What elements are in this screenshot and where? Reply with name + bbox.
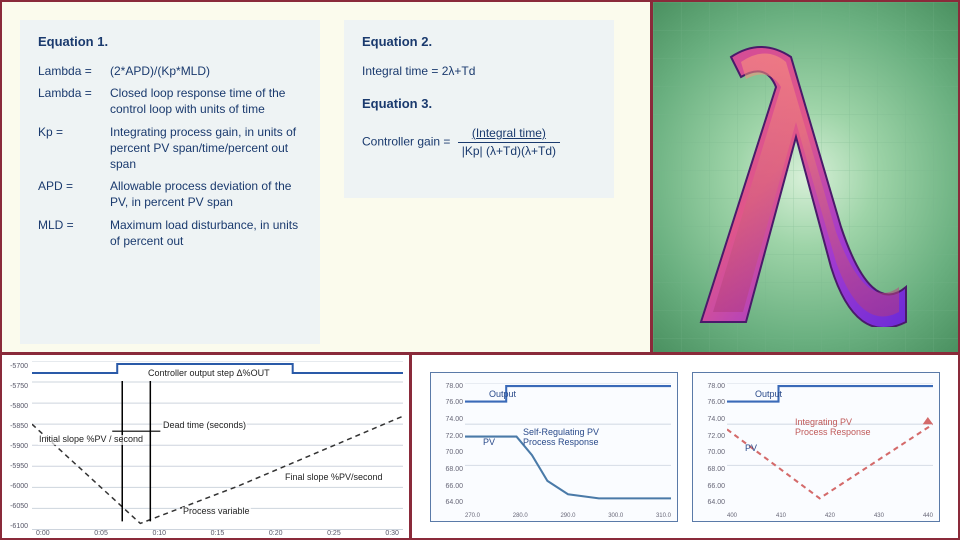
equations-area: Equation 1. Lambda = (2*APD)/(Kp*MLD) La…: [2, 2, 650, 352]
eq1-term: APD =: [38, 178, 110, 210]
mini1-x-ticks: 270.0 280.0 290.0 300.0 310.0: [465, 513, 671, 519]
tick: 0:05: [94, 530, 108, 537]
bottom-row: -5700 -5750 -5800 -5850 -5900 -5950 -600…: [2, 355, 958, 538]
lambda-graphic-panel: [650, 2, 958, 352]
eq1-term: Lambda =: [38, 63, 110, 79]
tick: 74.00: [695, 416, 725, 423]
eq3-fraction: (Integral time) |Kp| (λ+Td)(λ+Td): [458, 125, 560, 160]
tick: 400: [727, 513, 737, 519]
tick: 0:15: [211, 530, 225, 537]
mini2-x-ticks: 400 410 420 430 440: [727, 513, 933, 519]
tick: 0:25: [327, 530, 341, 537]
tick: 68.00: [433, 466, 463, 473]
eq3-lhs: Controller gain =: [362, 134, 450, 148]
tick: 430: [874, 513, 884, 519]
eq3-numerator: (Integral time): [458, 125, 560, 143]
tick: 64.00: [695, 499, 725, 506]
mini1-output-label: Output: [489, 389, 516, 399]
equation-1-box: Equation 1. Lambda = (2*APD)/(Kp*MLD) La…: [20, 20, 320, 344]
eq3-denominator: |Kp| (λ+Td)(λ+Td): [458, 143, 560, 160]
tick: 310.0: [656, 513, 671, 519]
tick: 290.0: [560, 513, 575, 519]
tick: 0:30: [385, 530, 399, 537]
tick: 72.00: [695, 433, 725, 440]
eq1-val: Closed loop response time of the control…: [110, 85, 302, 117]
step-test-chart: -5700 -5750 -5800 -5850 -5900 -5950 -600…: [2, 355, 412, 538]
mini2-svg: [727, 383, 933, 507]
tick: 68.00: [695, 466, 725, 473]
tick: 78.00: [433, 383, 463, 390]
tick: -5800: [6, 403, 28, 410]
eq1-val: (2*APD)/(Kp*MLD): [110, 63, 302, 79]
tick: 70.00: [695, 449, 725, 456]
tick: 410: [776, 513, 786, 519]
equation-23-box: Equation 2. Integral time = 2λ+Td Equati…: [344, 20, 614, 198]
tick: 64.00: [433, 499, 463, 506]
eq1-row: Lambda = Closed loop response time of th…: [38, 85, 302, 117]
top-row: Equation 1. Lambda = (2*APD)/(Kp*MLD) La…: [2, 2, 958, 355]
tick: 0:10: [152, 530, 166, 537]
eq1-val: Allowable process deviation of the PV, i…: [110, 178, 302, 210]
eq1-row: MLD = Maximum load disturbance, in units…: [38, 217, 302, 249]
tick: 74.00: [433, 416, 463, 423]
mini2-title: Integrating PV Process Response: [795, 417, 871, 437]
mini1-y-ticks: 78.00 76.00 74.00 72.00 70.00 68.00 66.0…: [433, 383, 463, 507]
tick: 76.00: [695, 399, 725, 406]
mini2-y-ticks: 78.00 76.00 74.00 72.00 70.00 68.00 66.0…: [695, 383, 725, 507]
equation-1-title: Equation 1.: [38, 34, 302, 49]
eq1-term: MLD =: [38, 217, 110, 249]
self-regulating-chart: 78.00 76.00 74.00 72.00 70.00 68.00 66.0…: [430, 372, 678, 522]
mini2-pv-label: PV: [745, 443, 757, 453]
tick: -5900: [6, 443, 28, 450]
eq1-row: Lambda = (2*APD)/(Kp*MLD): [38, 63, 302, 79]
tick: -5950: [6, 463, 28, 470]
tick: -6000: [6, 483, 28, 490]
eq1-val: Integrating process gain, in units of pe…: [110, 124, 302, 173]
left-chart-x-ticks: 0:00 0:05 0:10 0:15 0:20 0:25 0:30: [36, 530, 399, 537]
tick: 440: [923, 513, 933, 519]
equation-3-text: Controller gain = (Integral time) |Kp| (…: [362, 125, 596, 160]
integrating-chart: 78.00 76.00 74.00 72.00 70.00 68.00 66.0…: [692, 372, 940, 522]
eq1-val: Maximum load disturbance, in units of pe…: [110, 217, 302, 249]
lambda-icon: [691, 27, 921, 327]
tick: 0:20: [269, 530, 283, 537]
tick: 0:00: [36, 530, 50, 537]
annot-final-slope: Final slope %PV/second: [284, 473, 384, 483]
annot-process-variable: Process variable: [182, 507, 251, 517]
tick: 280.0: [513, 513, 528, 519]
eq1-row: Kp = Integrating process gain, in units …: [38, 124, 302, 173]
tick: -5750: [6, 383, 28, 390]
tick: 70.00: [433, 449, 463, 456]
response-charts-area: 78.00 76.00 74.00 72.00 70.00 68.00 66.0…: [412, 355, 958, 538]
annot-initial-slope: Initial slope %PV / second: [38, 435, 144, 445]
tick: 76.00: [433, 399, 463, 406]
equation-2-text: Integral time = 2λ+Td: [362, 63, 596, 80]
tick: 270.0: [465, 513, 480, 519]
eq1-term: Kp =: [38, 124, 110, 173]
tick: -5850: [6, 423, 28, 430]
equation-3-title: Equation 3.: [362, 96, 596, 111]
mini1-pv-label: PV: [483, 437, 495, 447]
equation-2-title: Equation 2.: [362, 34, 596, 49]
eq1-row: APD = Allowable process deviation of the…: [38, 178, 302, 210]
tick: -6050: [6, 503, 28, 510]
tick: -5700: [6, 363, 28, 370]
annot-dead-time: Dead time (seconds): [162, 421, 247, 431]
left-chart-y-ticks: -5700 -5750 -5800 -5850 -5900 -5950 -600…: [6, 363, 28, 530]
mini1-title: Self-Regulating PV Process Response: [523, 427, 599, 447]
tick: 420: [825, 513, 835, 519]
mini2-output-label: Output: [755, 389, 782, 399]
annot-output-step: Controller output step Δ%OUT: [147, 369, 271, 379]
tick: 300.0: [608, 513, 623, 519]
tick: 66.00: [695, 483, 725, 490]
tick: 78.00: [695, 383, 725, 390]
tick: 66.00: [433, 483, 463, 490]
eq1-term: Lambda =: [38, 85, 110, 117]
tick: 72.00: [433, 433, 463, 440]
tick: -6100: [6, 523, 28, 530]
